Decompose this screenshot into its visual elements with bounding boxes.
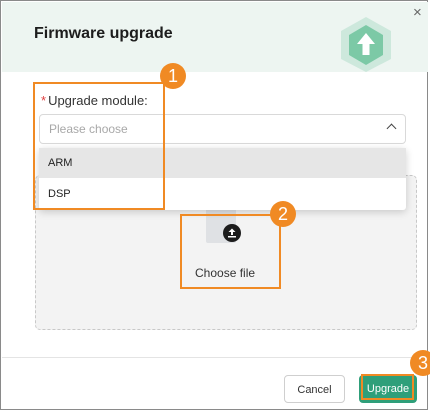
callout-box-1 bbox=[33, 82, 165, 210]
chevron-up-icon bbox=[386, 123, 397, 134]
callout-badge-1: 1 bbox=[160, 63, 186, 89]
dialog-title: Firmware upgrade bbox=[34, 25, 173, 42]
upgrade-hexagon-icon bbox=[341, 17, 391, 72]
callout-box-2 bbox=[180, 214, 281, 289]
close-icon[interactable]: × bbox=[413, 5, 422, 20]
cancel-button[interactable]: Cancel bbox=[284, 375, 345, 403]
callout-badge-2: 2 bbox=[270, 201, 296, 227]
callout-box-3 bbox=[361, 374, 414, 400]
callout-badge-3: 3 bbox=[410, 350, 430, 376]
footer-divider bbox=[2, 357, 428, 358]
